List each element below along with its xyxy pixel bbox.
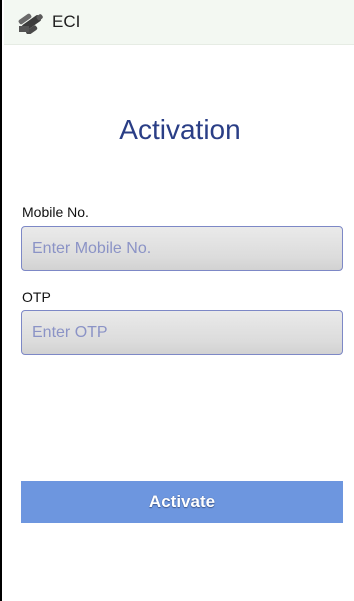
page-title: Activation: [119, 114, 241, 145]
activate-button[interactable]: Activate: [21, 481, 343, 523]
app-header: ECI: [4, 0, 354, 45]
app-title: ECI: [52, 12, 81, 31]
otp-input[interactable]: [21, 310, 343, 355]
app-screen: ECI Activation Mobile No. OTP Activate: [0, 0, 354, 601]
mobile-label: Mobile No.: [22, 204, 89, 220]
otp-label: OTP: [22, 289, 51, 305]
voting-finger-icon: [18, 10, 46, 34]
mobile-number-input[interactable]: [21, 226, 343, 271]
